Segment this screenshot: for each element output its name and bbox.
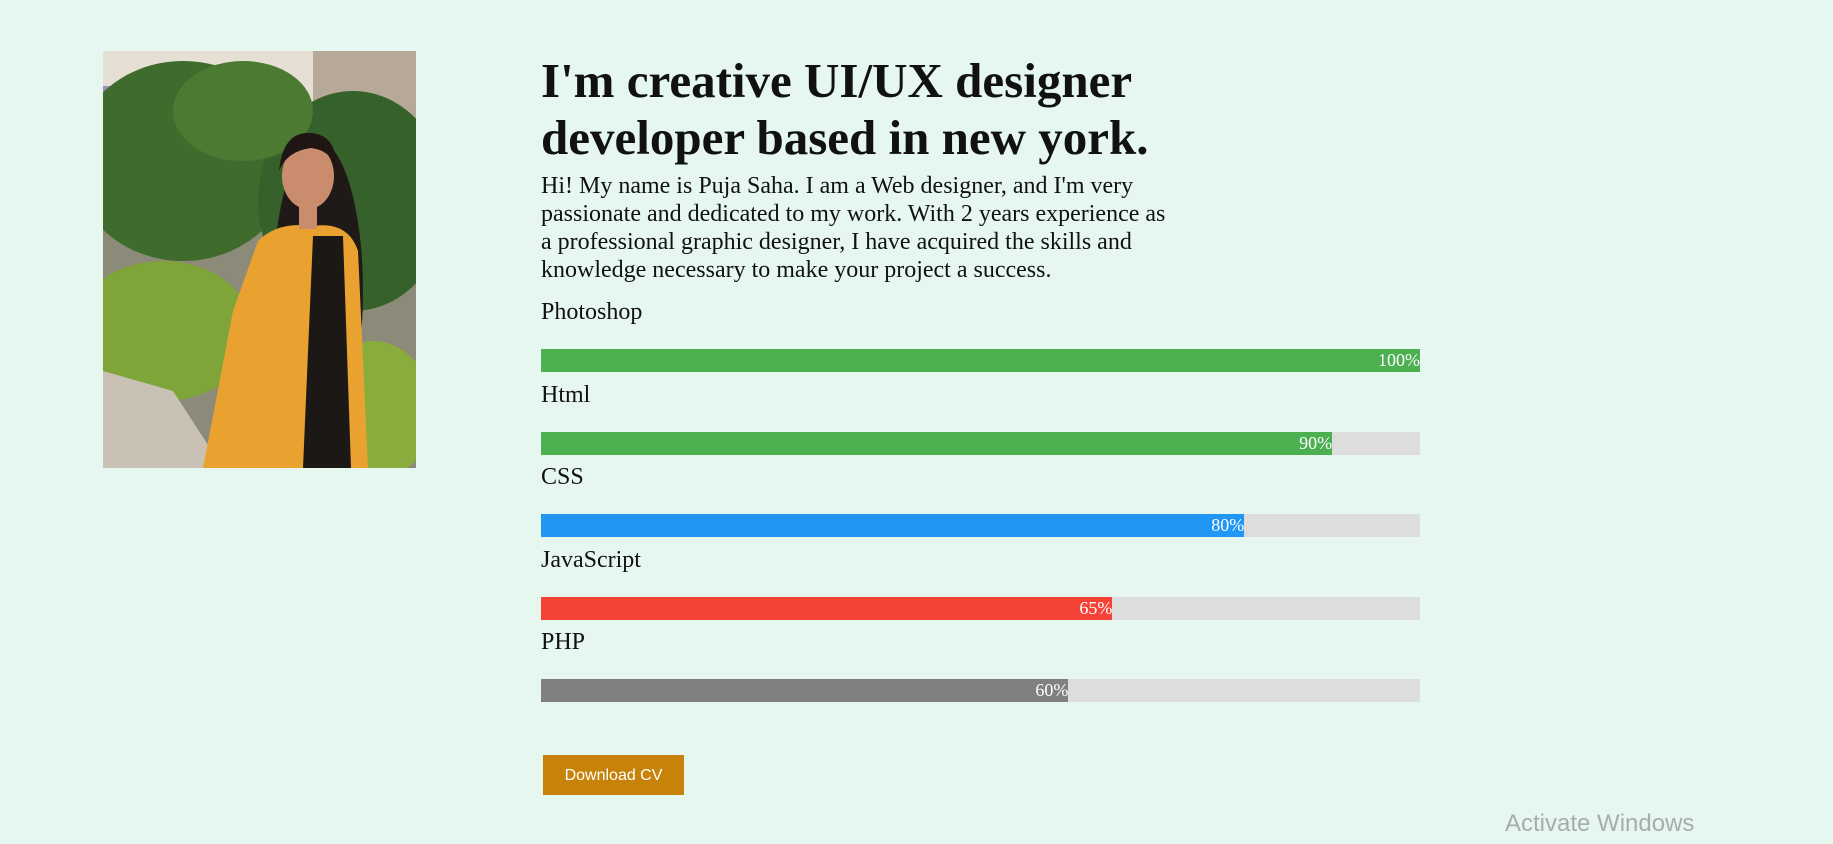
skill-row-html: Html 90%	[541, 381, 1421, 464]
skill-progress-bar: 90%	[541, 431, 1420, 455]
skill-name: PHP	[541, 629, 586, 655]
skill-percent-label: 65%	[1079, 597, 1113, 618]
skill-percent-label: 100%	[1378, 350, 1420, 370]
skill-name: Photoshop	[541, 299, 643, 325]
skill-percent-label: 60%	[1035, 680, 1069, 700]
skill-progress-bar: 60%	[541, 679, 1420, 702]
skill-name: Html	[541, 381, 591, 408]
intro-section: I'm creative UI/UX designer developer ba…	[541, 52, 1421, 711]
skill-progress-fill: 60%	[541, 679, 1069, 702]
skill-progress-fill: 65%	[541, 596, 1113, 620]
skill-name: JavaScript	[541, 546, 641, 573]
skill-progress-bar: 80%	[541, 514, 1420, 537]
profile-photo	[103, 51, 416, 468]
skill-progress-bar: 100%	[541, 349, 1420, 372]
skill-percent-label: 80%	[1211, 515, 1245, 535]
skill-progress-bar: 65%	[541, 596, 1420, 620]
headline: I'm creative UI/UX designer developer ba…	[541, 53, 1149, 165]
skill-percent-label: 90%	[1299, 432, 1333, 453]
skill-row-css: CSS 80%	[541, 463, 1421, 546]
skill-progress-fill: 100%	[541, 349, 1420, 372]
skill-name: CSS	[541, 464, 584, 490]
skill-progress-fill: 80%	[541, 514, 1245, 537]
skills-list: Photoshop 100% Html 90% CSS 80% JavaScript 65% P…	[541, 298, 1421, 711]
skill-row-php: PHP 60%	[541, 628, 1421, 711]
skill-progress-fill: 90%	[541, 431, 1333, 455]
bio-paragraph: Hi! My name is Puja Saha. I am a Web des…	[541, 173, 1166, 283]
skill-row-javascript: JavaScript 65%	[541, 546, 1421, 629]
activate-windows-watermark: Activate Windows	[1505, 810, 1695, 837]
skill-row-photoshop: Photoshop 100%	[541, 298, 1421, 381]
download-cv-button[interactable]: Download CV	[543, 755, 684, 795]
